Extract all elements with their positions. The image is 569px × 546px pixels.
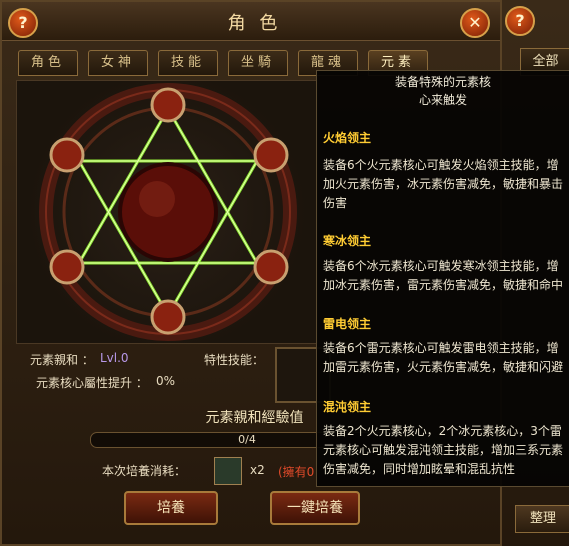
cost-quantity: x2 xyxy=(250,463,265,477)
tooltip-header-line1: 装备特殊的元素核 xyxy=(394,75,491,89)
tooltip-header-line2: 心来触发 xyxy=(418,93,467,107)
hexagram-diagram xyxy=(39,83,297,341)
element-slot-6[interactable] xyxy=(49,137,85,173)
element-array xyxy=(16,80,318,344)
element-lord-tooltip: 装备特殊的元素核 心来触发 火焰领主 装备6个火元素核心可触发火焰领主技能，增 … xyxy=(316,70,569,487)
fire-lord-desc: 装备6个火元素核心可触发火焰领主技能，增 加火元素伤害，冰元素伤害减免，敏捷和暴… xyxy=(323,156,565,213)
owned-count: (擁有0 xyxy=(278,465,315,479)
cost-label: 本次培養消耗： xyxy=(102,464,187,478)
thunder-lord-line1: 装备6个雷元素核心可触发雷电领主技能，增 xyxy=(323,341,559,355)
core-bonus-value: 0% xyxy=(156,374,176,388)
fire-lord-line2: 加火元素伤害，冰元素伤害减免，敏捷和暴击 xyxy=(323,177,564,191)
element-slot-5[interactable] xyxy=(49,249,85,285)
ice-lord-line2: 加冰元素伤害，雷元素伤害减免，敏捷和命中 xyxy=(323,278,564,292)
help-icon[interactable]: ? xyxy=(8,8,38,38)
element-slot-1[interactable] xyxy=(150,87,186,123)
trait-skill-label: 特性技能： xyxy=(204,353,265,367)
fire-lord-title: 火焰领主 xyxy=(323,131,372,145)
one-click-cultivate-button[interactable]: 一鍵培養 xyxy=(270,491,360,525)
element-slot-4[interactable] xyxy=(150,299,186,335)
core-bonus-label: 元素核心屬性提升 ： xyxy=(36,376,148,390)
chaos-lord-line3: 伤害减免，同时增加眩晕和混乱抗性 xyxy=(323,462,516,476)
fire-lord-line1: 装备6个火元素核心可触发火焰领主技能，增 xyxy=(323,158,559,172)
chaos-lord-desc: 装备2个火元素核心，2个冰元素核心，3个雷 元素核心可触发混沌领主技能，增加三系… xyxy=(323,422,565,479)
sort-button[interactable]: 整理 xyxy=(515,505,569,533)
cultivate-button[interactable]: 培養 xyxy=(124,491,218,525)
close-icon[interactable]: ✕ xyxy=(460,8,490,38)
scroll-item-icon[interactable] xyxy=(214,457,242,485)
thunder-lord-title: 雷电领主 xyxy=(323,317,372,331)
chaos-lord-line2: 元素核心可触发混沌领主技能，增加三系元素 xyxy=(323,443,564,457)
side-help-icon[interactable]: ? xyxy=(505,6,535,36)
tab-skills[interactable]: 技能 xyxy=(158,50,218,76)
element-slot-2[interactable] xyxy=(253,137,289,173)
tooltip-header: 装备特殊的元素核 心来触发 xyxy=(317,73,569,109)
thunder-lord-desc: 装备6个雷元素核心可触发雷电领主技能，增 加雷元素伤害，火元素伤害减免，敏捷和闪… xyxy=(323,339,565,377)
fire-lord-line3: 伤害 xyxy=(323,196,348,210)
ice-lord-desc: 装备6个冰元素核心可触发寒冰领主技能，增 加冰元素伤害，雷元素伤害减免，敏捷和命… xyxy=(323,257,565,295)
chaos-lord-line1: 装备2个火元素核心，2个冰元素核心，3个雷 xyxy=(323,424,562,438)
tab-character[interactable]: 角色 xyxy=(18,50,78,76)
ice-lord-title: 寒冰领主 xyxy=(323,234,372,248)
window-title: 角 色 xyxy=(227,13,282,34)
tab-mount[interactable]: 坐騎 xyxy=(228,50,288,76)
affinity-label: 元素親和 ： xyxy=(30,353,94,367)
ice-lord-line1: 装备6个冰元素核心可触发寒冰领主技能，增 xyxy=(323,259,559,273)
element-slot-3[interactable] xyxy=(253,249,289,285)
title-bar: 角 色 xyxy=(2,2,507,41)
thunder-lord-line2: 加雷元素伤害，火元素伤害减免，敏捷和闪避 xyxy=(323,360,564,374)
affinity-value: Lvl.0 xyxy=(100,351,129,365)
chaos-lord-title: 混沌领主 xyxy=(323,400,372,414)
tab-goddess[interactable]: 女神 xyxy=(88,50,148,76)
